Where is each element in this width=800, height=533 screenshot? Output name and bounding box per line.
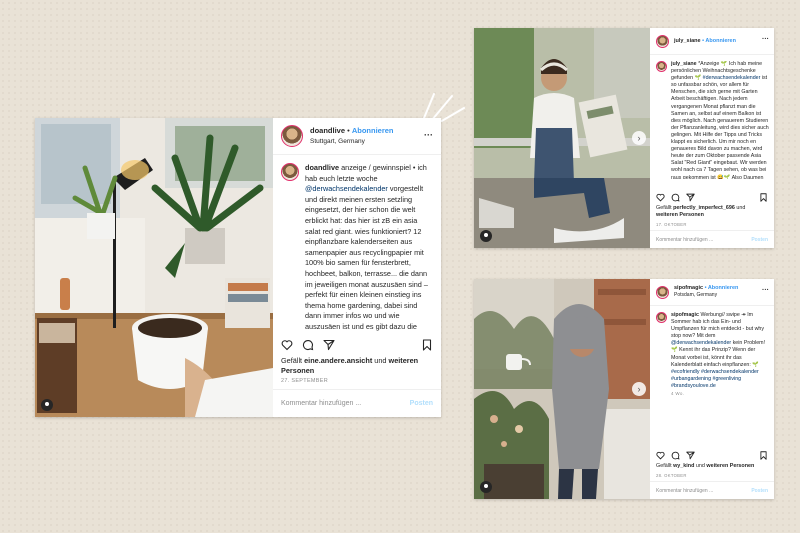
action-bar bbox=[656, 450, 768, 460]
post-comment-button[interactable]: Posten bbox=[410, 400, 433, 407]
caption-time: 4 Wo. bbox=[671, 391, 685, 397]
caption-part-2: vorgestellt und direkt meinen ersten set… bbox=[305, 184, 428, 333]
comment-icon[interactable] bbox=[671, 193, 680, 202]
heart-icon[interactable] bbox=[281, 339, 293, 351]
post-side-panel: july_siane • Abonnieren ··· july_siane *… bbox=[650, 28, 774, 248]
likes-prefix: Gefällt bbox=[656, 205, 672, 211]
caption-text: sipofmagic Werbung// swipe ↠ Im Sommer h… bbox=[671, 312, 769, 416]
caption-text: doandlive anzeige / gewinnspiel • ich ha… bbox=[305, 163, 433, 333]
sparkle-decoration bbox=[423, 93, 465, 122]
caption-part-2: ist so unfassbar schön, vor allem für Me… bbox=[671, 75, 769, 179]
bookmark-icon[interactable] bbox=[421, 339, 433, 351]
instagram-post-july-siane: › july_siane • Abonnieren ··· july_siane… bbox=[474, 28, 774, 248]
username-link[interactable]: sipofmagic bbox=[674, 285, 703, 291]
location-link[interactable]: Potsdam, Germany bbox=[674, 292, 717, 298]
action-bar bbox=[656, 192, 768, 202]
comment-input[interactable]: Kommentar hinzufügen ... bbox=[656, 237, 713, 243]
instagram-post-sipofmagic: › sipofmagic • Abonnieren Potsdam, Germa… bbox=[474, 279, 774, 499]
likes-summary: Gefällt wy_kind und weiteren Personen bbox=[656, 463, 768, 470]
post-side-panel: sipofmagic • Abonnieren Potsdam, Germany… bbox=[650, 279, 774, 499]
avatar[interactable] bbox=[281, 125, 303, 147]
caption-username[interactable]: doandlive bbox=[305, 163, 339, 172]
follow-button[interactable]: Abonnieren bbox=[352, 126, 394, 135]
caption-avatar[interactable] bbox=[281, 163, 299, 181]
caption-avatar[interactable] bbox=[656, 312, 667, 323]
bookmark-icon[interactable] bbox=[759, 192, 768, 202]
user-tag-icon[interactable] bbox=[41, 399, 53, 411]
more-icon[interactable]: ··· bbox=[424, 130, 433, 140]
likes-user-link[interactable]: perfectly_imperfect_696 bbox=[673, 205, 735, 211]
caption-username[interactable]: july_siane bbox=[671, 61, 697, 67]
caption-avatar[interactable] bbox=[656, 61, 667, 72]
follow-button[interactable]: • Abonnieren bbox=[702, 38, 736, 44]
likes-others-link[interactable]: weiteren Personen bbox=[656, 212, 704, 218]
woman-reading-photo bbox=[474, 28, 650, 248]
post-photo[interactable]: › bbox=[474, 279, 650, 499]
comment-input[interactable]: Kommentar hinzufügen ... bbox=[281, 400, 361, 407]
post-date[interactable]: 27. SEPTEMBER bbox=[281, 378, 328, 384]
post-header: sipofmagic • Abonnieren Potsdam, Germany… bbox=[650, 279, 774, 306]
caption-hashtag[interactable]: #derwachsendekalender bbox=[703, 75, 761, 81]
share-icon[interactable] bbox=[686, 451, 695, 460]
heart-icon[interactable] bbox=[656, 451, 665, 460]
more-icon[interactable]: ··· bbox=[762, 36, 769, 43]
post-comment-button[interactable]: Posten bbox=[751, 488, 768, 494]
likes-and: und bbox=[695, 463, 705, 469]
caption-block: doandlive anzeige / gewinnspiel • ich ha… bbox=[273, 155, 441, 333]
caption-mention[interactable]: @derwachsendekalender bbox=[305, 184, 388, 193]
next-arrow-icon[interactable]: › bbox=[632, 382, 646, 396]
post-photo[interactable] bbox=[35, 118, 273, 417]
comment-bar: Kommentar hinzufügen ... Posten bbox=[273, 389, 441, 417]
likes-prefix: Gefällt bbox=[656, 463, 672, 469]
bookmark-icon[interactable] bbox=[759, 450, 768, 460]
caption-block: july_siane *Anzeige 🌱 Ich hab meine pers… bbox=[650, 55, 774, 179]
action-bar bbox=[281, 338, 433, 352]
caption-hashtags[interactable]: #ecofriendly #derwachsendekalender #urba… bbox=[671, 369, 759, 389]
share-icon[interactable] bbox=[686, 193, 695, 202]
likes-and: und bbox=[374, 356, 387, 365]
instagram-post-doandlive: doandlive • Abonnieren Stuttgart, German… bbox=[35, 118, 441, 417]
user-tag-icon[interactable] bbox=[480, 230, 492, 242]
location-link[interactable]: Stuttgart, Germany bbox=[310, 138, 365, 145]
post-header: doandlive • Abonnieren Stuttgart, German… bbox=[273, 118, 441, 155]
caption-username[interactable]: sipofmagic bbox=[671, 312, 699, 318]
likes-others-link[interactable]: weiteren Personen bbox=[706, 463, 754, 469]
more-icon[interactable]: ··· bbox=[762, 287, 769, 294]
post-date[interactable]: 17. OKTOBER bbox=[656, 222, 687, 227]
comment-input[interactable]: Kommentar hinzufügen ... bbox=[656, 488, 713, 494]
username-link[interactable]: doandlive bbox=[310, 126, 345, 135]
likes-user-link[interactable]: eine.andere.ansicht bbox=[304, 356, 372, 365]
likes-prefix: Gefällt bbox=[281, 356, 303, 365]
post-comment-button[interactable]: Posten bbox=[751, 237, 768, 243]
comment-icon[interactable] bbox=[302, 339, 314, 351]
user-tag-icon[interactable] bbox=[480, 481, 492, 493]
share-icon[interactable] bbox=[323, 339, 335, 351]
watering-plants-photo bbox=[474, 279, 650, 499]
likes-user-link[interactable]: wy_kind bbox=[673, 463, 694, 469]
comment-icon[interactable] bbox=[671, 451, 680, 460]
follow-button[interactable]: • Abonnieren bbox=[705, 285, 739, 291]
caption-block: sipofmagic Werbung// swipe ↠ Im Sommer h… bbox=[650, 306, 774, 416]
likes-summary: Gefällt eine.andere.ansicht und weiteren… bbox=[281, 356, 433, 376]
heart-icon[interactable] bbox=[656, 193, 665, 202]
likes-and: und bbox=[736, 205, 746, 211]
avatar[interactable] bbox=[656, 285, 669, 299]
comment-bar: Kommentar hinzufügen ... Posten bbox=[650, 481, 774, 499]
avatar[interactable] bbox=[656, 34, 669, 48]
post-date[interactable]: 28. OKTOBER bbox=[656, 473, 687, 478]
post-side-panel: doandlive • Abonnieren Stuttgart, German… bbox=[273, 118, 441, 417]
username-link[interactable]: july_siane bbox=[674, 38, 701, 44]
post-photo[interactable]: › bbox=[474, 28, 650, 248]
caption-text: july_siane *Anzeige 🌱 Ich hab meine pers… bbox=[671, 61, 769, 179]
plant-room-photo bbox=[35, 118, 273, 417]
comment-bar: Kommentar hinzufügen ... Posten bbox=[650, 230, 774, 248]
post-header: july_siane • Abonnieren ··· bbox=[650, 28, 774, 55]
caption-mention[interactable]: @derwachsendekalender bbox=[671, 340, 731, 346]
likes-summary: Gefällt perfectly_imperfect_696 und weit… bbox=[656, 205, 768, 219]
next-arrow-icon[interactable]: › bbox=[632, 131, 646, 145]
